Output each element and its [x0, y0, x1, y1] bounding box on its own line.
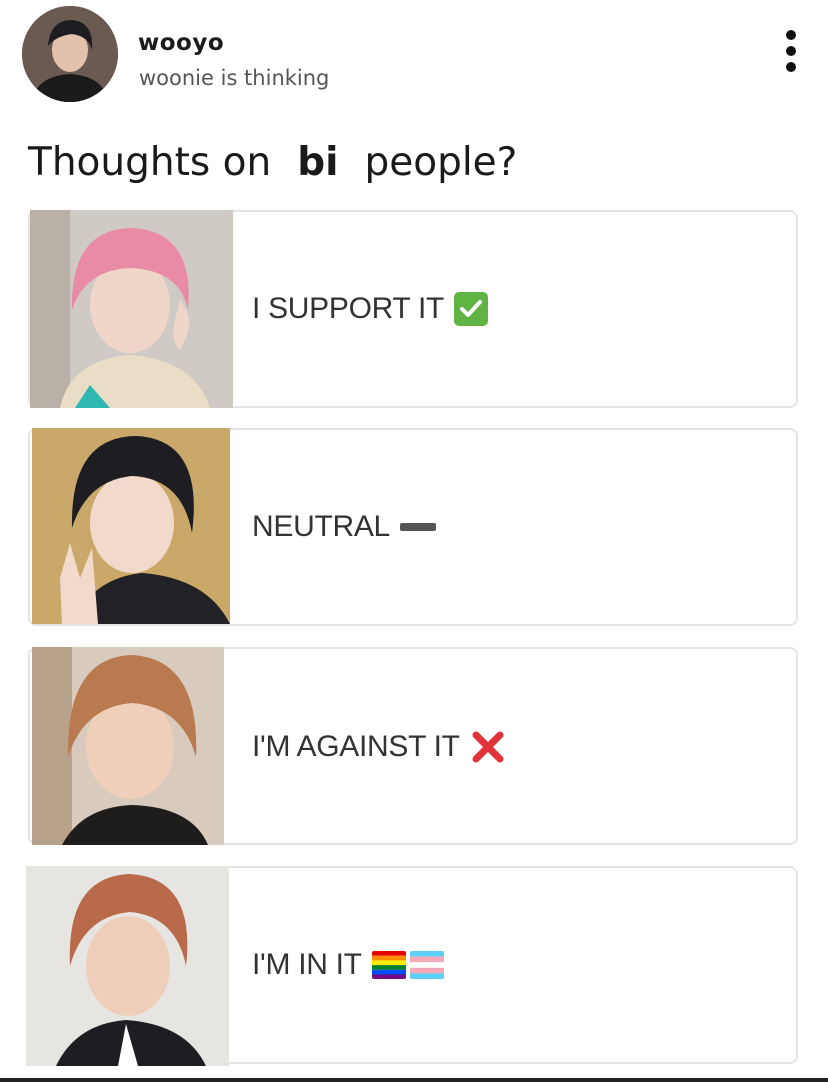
option-photo	[32, 428, 230, 624]
option-label: NEUTRAL	[252, 510, 390, 543]
question-emphasis: bi	[297, 140, 339, 185]
option-photo	[30, 210, 233, 408]
option-label: I'M AGAINST IT	[252, 730, 460, 763]
avatar[interactable]	[22, 6, 118, 102]
poll-question: Thoughts on bi people?	[28, 140, 517, 185]
poll-option-neutral[interactable]: NEUTRAL	[28, 428, 798, 626]
option-label-row: I SUPPORT IT	[252, 292, 489, 326]
cross-mark-icon	[470, 729, 506, 765]
option-label-row: I'M AGAINST IT	[252, 729, 506, 765]
poll-option-against[interactable]: I'M AGAINST IT	[28, 647, 798, 845]
poll-option-support[interactable]: I SUPPORT IT	[28, 210, 798, 408]
option-photo	[26, 866, 229, 1066]
option-label: I SUPPORT IT	[252, 292, 445, 325]
avatar-photo	[22, 6, 118, 102]
option-label-row: NEUTRAL	[252, 510, 436, 544]
rainbow-flag-icon	[371, 951, 406, 979]
transgender-flag-icon	[409, 951, 444, 979]
minus-icon	[399, 523, 436, 531]
username[interactable]: wooyo	[138, 30, 224, 56]
more-options-icon[interactable]	[778, 30, 804, 72]
option-label-row: I'M IN IT	[252, 948, 448, 982]
poll-card: wooyo woonie is thinking Thoughts on bi pe…	[0, 0, 828, 1082]
bottom-divider	[0, 1078, 828, 1082]
option-photo	[32, 647, 224, 845]
status-text: woonie is thinking	[139, 66, 330, 90]
poll-option-in-it[interactable]: I'M IN IT	[26, 866, 798, 1066]
question-before: Thoughts on	[28, 140, 272, 185]
check-mark-button-icon	[454, 292, 489, 326]
option-label: I'M IN IT	[252, 948, 362, 981]
question-after: people?	[364, 140, 518, 185]
